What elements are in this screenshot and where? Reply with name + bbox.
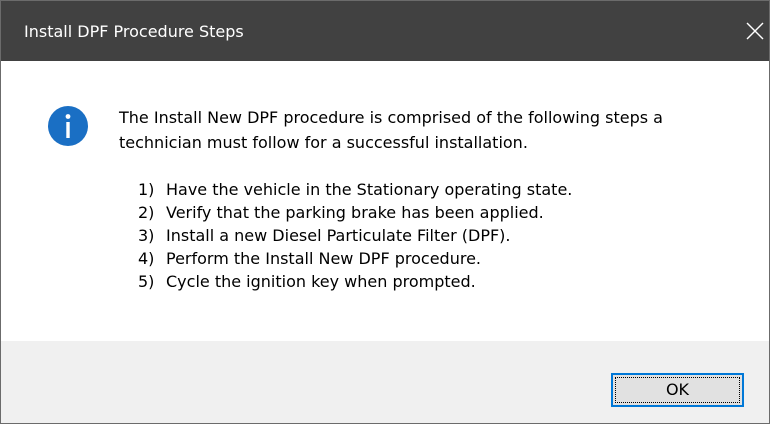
step-text: Have the vehicle in the Stationary opera… <box>166 180 573 199</box>
step-text: Perform the Install New DPF procedure. <box>166 249 481 268</box>
close-button[interactable] <box>741 1 769 61</box>
title-bar[interactable]: Install DPF Procedure Steps <box>1 1 769 61</box>
ok-button-label: OK <box>665 380 690 399</box>
step-number: 5) <box>138 272 155 291</box>
step-number: 2) <box>138 203 155 222</box>
button-bar: OK <box>1 341 769 423</box>
info-icon <box>48 106 88 146</box>
step-item: 5) Cycle the ignition key when prompted. <box>138 270 572 293</box>
step-text: Install a new Diesel Particulate Filter … <box>166 226 511 245</box>
intro-text: The Install New DPF procedure is compris… <box>119 108 663 152</box>
step-item: 1) Have the vehicle in the Stationary ope… <box>138 178 572 201</box>
step-text: Cycle the ignition key when prompted. <box>166 272 476 291</box>
dialog-window: Install DPF Procedure Steps The Install … <box>0 0 770 424</box>
window-title: Install DPF Procedure Steps <box>24 22 244 41</box>
step-number: 1) <box>138 180 155 199</box>
close-icon <box>746 22 764 40</box>
step-item: 2) Verify that the parking brake has been… <box>138 201 572 224</box>
ok-button[interactable]: OK <box>611 373 744 407</box>
step-number: 4) <box>138 249 155 268</box>
step-text: Verify that the parking brake has been a… <box>166 203 544 222</box>
step-number: 3) <box>138 226 155 245</box>
steps-list: 1) Have the vehicle in the Stationary ope… <box>138 178 572 293</box>
message-area: The Install New DPF procedure is compris… <box>1 61 769 341</box>
step-item: 4) Perform the Install New DPF procedure. <box>138 247 572 270</box>
step-item: 3) Install a new Diesel Particulate Filte… <box>138 224 572 247</box>
